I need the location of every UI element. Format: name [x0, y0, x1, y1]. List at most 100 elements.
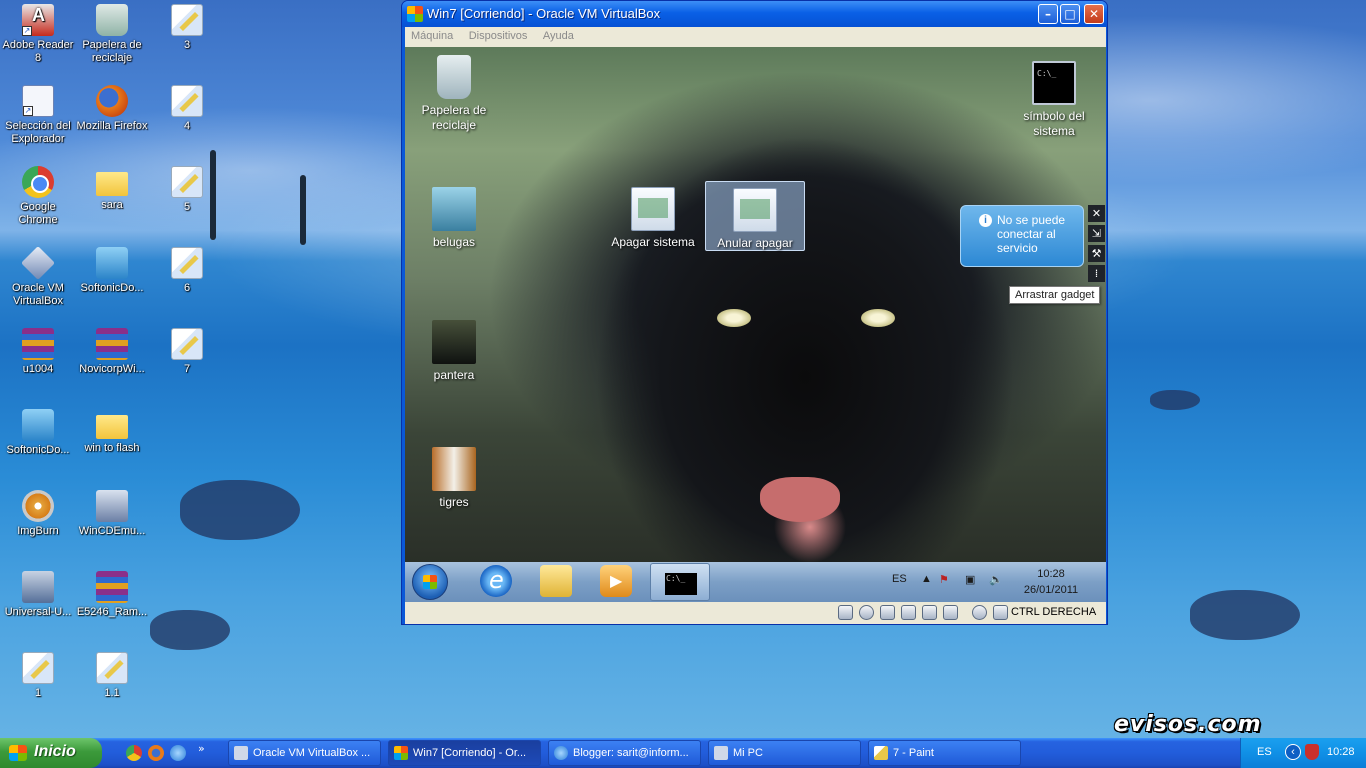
wallpaper-palm: [300, 175, 306, 245]
guest-icon-anular-apagar[interactable]: Anular apagar: [705, 181, 805, 251]
desktop-icon-novicorp[interactable]: NovicorpWi...: [74, 328, 150, 376]
system-tray: ES ‹ 10:28: [1240, 738, 1366, 768]
paint-file-icon: [22, 652, 54, 684]
windows-logo-icon: [394, 746, 408, 760]
task-blogger[interactable]: Blogger: sarit@inform...: [548, 740, 701, 766]
language-indicator[interactable]: ES: [1257, 746, 1272, 758]
optical-drive-icon[interactable]: [859, 605, 874, 620]
security-shield-icon[interactable]: [1305, 744, 1319, 760]
tray-expand-icon[interactable]: ‹: [1285, 744, 1301, 760]
desktop-icon-e5246[interactable]: E5246_Ram...: [74, 571, 150, 619]
desktop-icon-paint-5[interactable]: 5: [149, 166, 225, 214]
guest-icon-pantera[interactable]: pantera: [409, 320, 499, 383]
desktop-icon-u1004[interactable]: u1004: [0, 328, 76, 376]
quicklaunch-ie-icon[interactable]: [170, 745, 186, 761]
cmd-taskbar-button[interactable]: [650, 563, 710, 601]
panther-eye: [717, 309, 751, 327]
minimize-button[interactable]: –: [1038, 4, 1058, 24]
guest-icon-tigres[interactable]: tigres: [409, 447, 499, 510]
guest-icon-recycle-bin[interactable]: Papelera de reciclaje: [409, 55, 499, 133]
guest-desktop[interactable]: Papelera de reciclaje belugas pantera ti…: [405, 47, 1106, 562]
desktop-icon-win-to-flash[interactable]: win to flash: [74, 409, 150, 455]
windows-explorer-icon[interactable]: [540, 565, 572, 597]
window-titlebar[interactable]: Win7 [Corriendo] - Oracle VM VirtualBox …: [402, 1, 1107, 27]
desktop-icon-wincdemu[interactable]: WinCDEmu...: [74, 490, 150, 538]
vbox-status-bar: CTRL DERECHA: [405, 602, 1106, 624]
desktop-icon-firefox[interactable]: Mozilla Firefox: [74, 85, 150, 133]
task-paint[interactable]: 7 - Paint: [868, 740, 1021, 766]
desktop-icon-softonic[interactable]: SoftonicDo...: [74, 247, 150, 295]
desktop-icon-recycle-bin[interactable]: Papelera de reciclaje: [74, 4, 150, 65]
task-win7-vm[interactable]: Win7 [Corriendo] - Or...: [388, 740, 541, 766]
info-icon: i: [979, 214, 992, 227]
task-virtualbox[interactable]: Oracle VM VirtualBox ...: [228, 740, 381, 766]
quicklaunch-firefox-icon[interactable]: [148, 745, 164, 761]
chrome-icon: [22, 166, 54, 198]
hard-disk-icon[interactable]: [838, 605, 853, 620]
guest-icon-belugas[interactable]: belugas: [409, 187, 499, 250]
softonic-icon: [96, 247, 128, 279]
mouse-integration-icon[interactable]: [972, 605, 987, 620]
usb-icon[interactable]: [880, 605, 895, 620]
gadget-drag-handle-icon[interactable]: ⁞: [1088, 265, 1105, 282]
desktop-icon-explorer-selection[interactable]: ↗ Selección del Explorador: [0, 85, 76, 146]
gadget-options-icon[interactable]: ⚒: [1088, 245, 1105, 262]
guest-icon-cmd[interactable]: símbolo del sistema: [1009, 61, 1099, 139]
guest-language[interactable]: ES: [892, 573, 907, 585]
gadget-close-icon[interactable]: ✕: [1088, 205, 1105, 222]
show-hidden-icons-icon[interactable]: ▲: [921, 573, 932, 585]
guest-icon-apagar-sistema[interactable]: Apagar sistema: [608, 187, 698, 250]
volume-icon[interactable]: 🔈: [989, 573, 1003, 586]
menu-ayuda[interactable]: Ayuda: [537, 27, 580, 45]
network-icon[interactable]: ▣: [965, 573, 975, 586]
maximize-button[interactable]: □: [1060, 4, 1080, 24]
window-title: Win7 [Corriendo] - Oracle VM VirtualBox: [427, 6, 661, 21]
media-player-icon[interactable]: [600, 565, 632, 597]
gadget-resize-icon[interactable]: ⇲: [1088, 225, 1105, 242]
virtualbox-icon: [234, 746, 248, 760]
clock[interactable]: 10:28: [1327, 746, 1355, 758]
guest-clock[interactable]: 10:28 26/01/2011: [1013, 566, 1089, 598]
shared-folders-icon[interactable]: [922, 605, 937, 620]
explorer-selection-icon: ↗: [22, 85, 54, 117]
gadget-weather[interactable]: i No se puede conectar al servicio: [960, 205, 1084, 267]
shortcut-icon: [631, 187, 675, 231]
panther-mouth: [760, 477, 840, 522]
menu-dispositivos[interactable]: Dispositivos: [463, 27, 534, 45]
close-button[interactable]: ✕: [1084, 4, 1104, 24]
internet-explorer-icon[interactable]: [480, 565, 512, 597]
desktop-icon-softonic-2[interactable]: SoftonicDo...: [0, 409, 76, 457]
panther-eye: [861, 309, 895, 327]
desktop-icon-paint-3[interactable]: 3: [149, 4, 225, 52]
network-adapter-icon[interactable]: [901, 605, 916, 620]
desktop-icon-paint-1-1[interactable]: 1.1: [74, 652, 150, 700]
virtualbox-window[interactable]: Win7 [Corriendo] - Oracle VM VirtualBox …: [401, 0, 1108, 625]
action-center-icon[interactable]: ⚑: [939, 573, 949, 586]
paint-file-icon: [96, 652, 128, 684]
quicklaunch-expand-icon[interactable]: »: [198, 742, 205, 755]
desktop-icon-paint-4[interactable]: 4: [149, 85, 225, 133]
desktop-icon-paint-7[interactable]: 7: [149, 328, 225, 376]
desktop-icon-adobe-reader[interactable]: ↗ Adobe Reader 8: [0, 4, 76, 65]
quicklaunch-chrome-icon[interactable]: [126, 745, 142, 761]
host-key-label: CTRL DERECHA: [1011, 606, 1097, 618]
desktop-icon-virtualbox[interactable]: Oracle VM VirtualBox: [0, 246, 76, 308]
paint-file-icon: [171, 166, 203, 198]
desktop-icon-imgburn[interactable]: ImgBurn: [0, 490, 76, 538]
image-file-icon: [432, 447, 476, 491]
win7-start-button[interactable]: [412, 564, 448, 600]
desktop-icon-chrome[interactable]: Google Chrome: [0, 166, 76, 227]
virtualization-icon[interactable]: [943, 605, 958, 620]
keyboard-capture-icon[interactable]: [993, 605, 1008, 620]
wallpaper-fish: [1190, 590, 1300, 640]
wallpaper-fish: [1150, 390, 1200, 410]
desktop-icon-paint-6[interactable]: 6: [149, 247, 225, 295]
menu-maquina[interactable]: Máquina: [405, 27, 459, 45]
desktop-icon-sara[interactable]: sara: [74, 166, 150, 212]
start-button[interactable]: Inicio: [0, 738, 102, 768]
desktop-icon-universal-usb[interactable]: Universal-U...: [0, 571, 76, 619]
task-mi-pc[interactable]: Mi PC: [708, 740, 861, 766]
gadget-message: No se puede conectar al servicio: [997, 213, 1066, 255]
desktop-icon-paint-1[interactable]: 1: [0, 652, 76, 700]
wallpaper-fish: [150, 610, 230, 650]
